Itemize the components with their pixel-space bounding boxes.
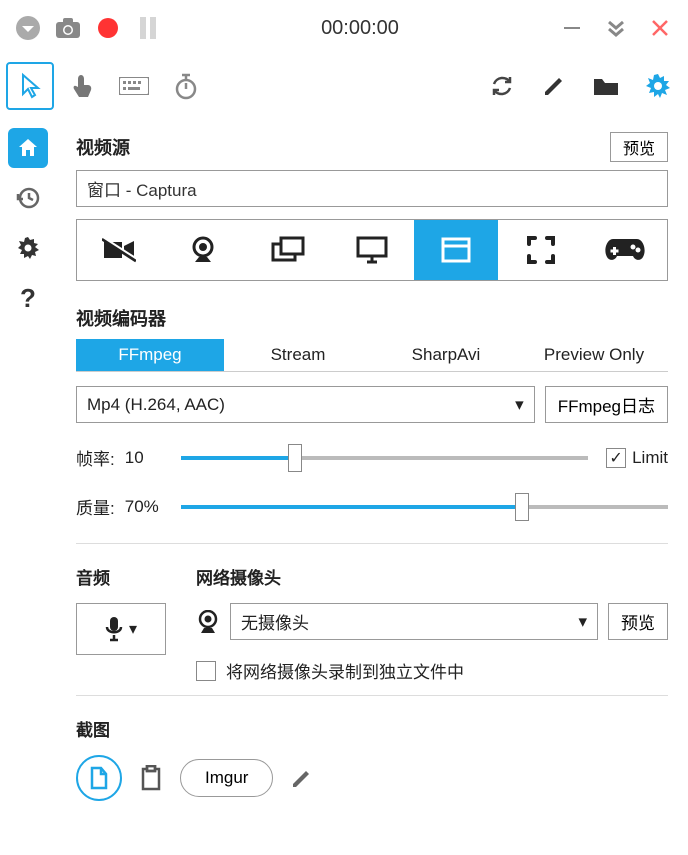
divider [76, 543, 668, 544]
file-icon [89, 766, 109, 790]
keyboard-tool[interactable] [110, 62, 158, 110]
timer-tool[interactable] [162, 62, 210, 110]
timer-display: 00:00:00 [168, 17, 552, 40]
window-icon[interactable] [414, 220, 498, 280]
clipboard-icon [140, 765, 162, 791]
pause-button [128, 8, 168, 48]
titlebar: 00:00:00 [0, 0, 688, 56]
chevron-down-icon: ▾ [129, 619, 137, 639]
source-type-selector [76, 219, 668, 281]
pencil-icon [291, 767, 313, 789]
imgur-button[interactable]: Imgur [180, 759, 273, 797]
sidebar: ? [0, 116, 56, 855]
quality-slider[interactable] [181, 505, 668, 509]
click-tool[interactable] [58, 62, 106, 110]
webcam-title: 网络摄像头 [196, 564, 668, 589]
toolbar [0, 56, 688, 116]
encoder-tab-stream[interactable]: Stream [224, 339, 372, 371]
video-source-title: 视频源 [76, 134, 130, 160]
close-button[interactable] [640, 8, 680, 48]
sidebar-home[interactable] [8, 128, 48, 168]
record-button[interactable] [88, 8, 128, 48]
limit-checkbox[interactable]: ✓ [606, 448, 626, 468]
sidebar-help[interactable]: ? [8, 278, 48, 318]
encoder-title: 视频编码器 [76, 305, 668, 331]
desktop-icon[interactable] [330, 220, 414, 280]
sidebar-settings[interactable] [8, 228, 48, 268]
edit-button[interactable] [291, 767, 313, 789]
webcam-source-icon[interactable] [161, 220, 245, 280]
folder-icon[interactable] [582, 62, 630, 110]
webcam-select[interactable]: 无摄像头 ▾ [230, 603, 598, 640]
limit-label: Limit [632, 448, 668, 468]
screens-icon[interactable] [246, 220, 330, 280]
fps-slider[interactable] [181, 456, 588, 460]
encoder-tab-ffmpeg[interactable]: FFmpeg [76, 339, 224, 371]
encoder-tab-sharpavi[interactable]: SharpAvi [372, 339, 520, 371]
audio-title: 音频 [76, 564, 166, 589]
video-source-preview-button[interactable]: 预览 [610, 132, 668, 162]
quality-label: 质量: [76, 494, 115, 519]
settings-icon[interactable] [634, 62, 682, 110]
fps-value: 10 [125, 448, 171, 468]
encoder-tab-preview[interactable]: Preview Only [520, 339, 668, 371]
cursor-tool[interactable] [6, 62, 54, 110]
menu-button[interactable] [8, 8, 48, 48]
chevron-down-icon: ▾ [515, 395, 524, 415]
game-icon[interactable] [583, 220, 667, 280]
chevron-down-icon: ▾ [578, 612, 587, 632]
region-icon[interactable] [498, 220, 582, 280]
separate-file-checkbox[interactable] [196, 661, 216, 681]
main-panel: 视频源 预览 窗口 - Captura [56, 116, 688, 855]
sidebar-history[interactable] [8, 178, 48, 218]
encoder-format-value: Mp4 (H.264, AAC) [87, 395, 225, 415]
screenshot-title: 截图 [76, 716, 668, 741]
save-to-disk-button[interactable] [76, 755, 122, 801]
fps-label: 帧率: [76, 445, 115, 470]
minimize-button[interactable] [552, 8, 592, 48]
video-source-input[interactable]: 窗口 - Captura [76, 170, 668, 207]
ffmpeg-log-button[interactable]: FFmpeg日志 [545, 386, 668, 423]
webcam-icon [196, 610, 220, 634]
clipboard-button[interactable] [140, 765, 162, 791]
divider [76, 695, 668, 696]
collapse-button[interactable] [596, 8, 636, 48]
quality-value: 70% [125, 497, 171, 517]
audio-dropdown[interactable]: ▾ [76, 603, 166, 655]
encoder-format-select[interactable]: Mp4 (H.264, AAC) ▾ [76, 386, 535, 423]
encoder-tabs: FFmpeg Stream SharpAvi Preview Only [76, 339, 668, 372]
separate-file-label: 将网络摄像头录制到独立文件中 [226, 658, 464, 683]
mic-icon [105, 616, 123, 642]
refresh-icon[interactable] [478, 62, 526, 110]
webcam-preview-button[interactable]: 预览 [608, 603, 668, 640]
camera-icon[interactable] [48, 8, 88, 48]
webcam-value: 无摄像头 [241, 609, 309, 634]
no-video-icon[interactable] [77, 220, 161, 280]
brush-icon[interactable] [530, 62, 578, 110]
